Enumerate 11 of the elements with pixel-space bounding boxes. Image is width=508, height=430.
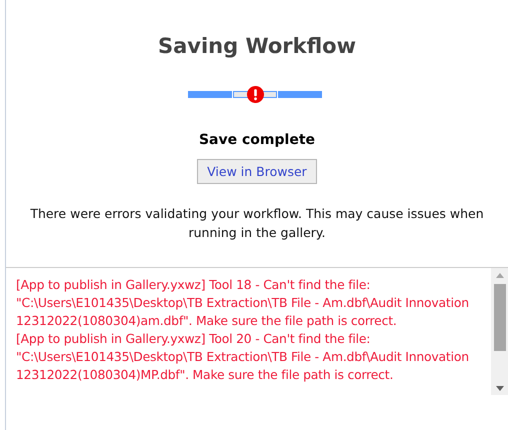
scrollbar-thumb[interactable] bbox=[494, 284, 506, 351]
scroll-up-icon[interactable] bbox=[496, 273, 504, 278]
error-icon bbox=[247, 86, 264, 103]
status-text: Save complete bbox=[198, 131, 316, 149]
log-line: [App to publish in Gallery.yxwz] Tool 20 - Can't find the file: "C:\Users\E101435\Desktop\TB Extraction\TB File - Am.dbf\Audit Innovation 12312022(1080304)MP.dbf". Make sure the file path is correct. bbox=[16, 330, 470, 384]
dialog-title: Saving Workflow bbox=[158, 33, 356, 60]
view-in-browser-button[interactable]: View in Browser bbox=[197, 159, 317, 184]
scroll-down-icon[interactable] bbox=[496, 386, 504, 391]
error-message: There were errors validating your workflow. This may cause issues when running in the gallery. bbox=[29, 205, 485, 242]
log-line: [App to publish in Gallery.yxwz] Tool 18 - Can't find the file: "C:\Users\E101435\Desktop\TB Extraction\TB File - Am.dbf\Audit Innovation 12312022(1080304)am.dbf". Make sure the file path is correct. bbox=[16, 276, 470, 330]
scrollbar[interactable] bbox=[491, 268, 508, 395]
